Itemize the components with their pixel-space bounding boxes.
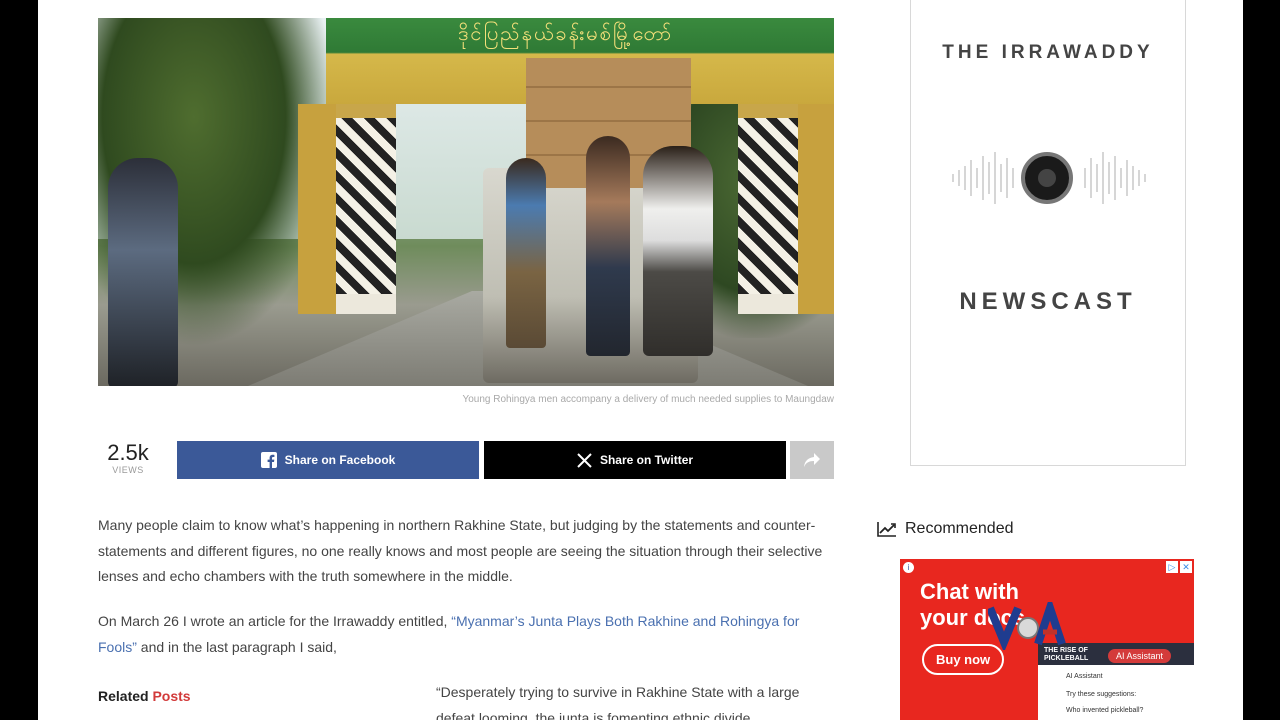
promo-line-3: Who invented pickleball? xyxy=(1066,707,1144,714)
photo-gate-pillar-left xyxy=(336,104,396,314)
related-posts-heading: Related Posts xyxy=(98,688,191,704)
ad-choices-icon[interactable]: ▷ xyxy=(1166,561,1178,573)
ad-close-icon[interactable]: ✕ xyxy=(1180,561,1192,573)
ad-controls: ▷ ✕ xyxy=(1166,561,1192,573)
x-icon xyxy=(577,452,592,468)
facebook-icon xyxy=(260,452,277,468)
trend-chart-icon xyxy=(877,521,897,537)
share-more-button[interactable] xyxy=(790,441,834,479)
share-twitter-button[interactable]: Share on Twitter xyxy=(484,441,786,479)
article-paragraph-2: On March 26 I wrote an article for the I… xyxy=(98,609,838,660)
promo-screenshot: THE RISE OF PICKLEBALL AI Assistant AI A… xyxy=(1038,643,1194,720)
ad-brand: THE IRRAWADDY xyxy=(942,42,1154,63)
photo-person-officer xyxy=(108,158,178,386)
views-count: 2.5k xyxy=(107,440,149,465)
photo-person-1 xyxy=(506,158,546,348)
recommended-heading: Recommended xyxy=(877,520,1014,538)
paragraph-2-prefix: On March 26 I wrote an article for the I… xyxy=(98,613,452,629)
promo-line-2: Try these suggestions: xyxy=(1066,691,1137,698)
related-prefix: Related xyxy=(98,688,153,704)
ai-assistant-tag: AI Assistant xyxy=(1108,649,1172,663)
share-facebook-label: Share on Facebook xyxy=(284,453,396,467)
paragraph-2-suffix: and in the last paragraph I said, xyxy=(136,638,337,655)
photo-gate-pillar-right xyxy=(738,104,798,314)
photo-person-3 xyxy=(643,146,713,356)
photo-person-2 xyxy=(586,136,630,356)
voa-logo-icon xyxy=(988,602,1066,650)
photo-gate-edge-right xyxy=(796,104,834,314)
share-arrow-icon xyxy=(803,452,821,468)
article-hero-image: ဒိုင်ပြည်နယ်ခန်းမစ်မြို့တော် xyxy=(98,18,834,386)
speaker-icon xyxy=(1021,152,1073,204)
article-blockquote: “Desperately trying to survive in Rakhin… xyxy=(436,684,800,720)
share-twitter-label: Share on Twitter xyxy=(599,453,694,467)
page: ဒိုင်ပြည်နယ်ခန်းမစ်မြို့တော် Young Rohin… xyxy=(38,0,1243,720)
photo-gate-text: ဒိုင်ပြည်နယ်ခန်းမစ်မြို့တော် xyxy=(458,23,674,45)
ad-info-icon[interactable]: i xyxy=(903,562,914,573)
promo-line-1: AI Assistant xyxy=(1066,673,1103,680)
sidebar-newscast-ad[interactable]: THE IRRAWADDY NEWSCAST xyxy=(910,0,1186,466)
ad-title: NEWSCAST xyxy=(959,288,1137,315)
share-facebook-button[interactable]: Share on Facebook xyxy=(177,441,479,479)
recommended-label: Recommended xyxy=(905,520,1014,537)
photo-gate-edge-left xyxy=(298,104,338,314)
photo-caption: Young Rohingya men accompany a delivery … xyxy=(462,394,834,405)
views-label: VIEWS xyxy=(112,465,144,475)
related-highlight: Posts xyxy=(152,688,191,704)
views-counter: 2.5k VIEWS xyxy=(98,440,158,476)
article-paragraph-1: Many people claim to know what’s happeni… xyxy=(98,517,823,584)
